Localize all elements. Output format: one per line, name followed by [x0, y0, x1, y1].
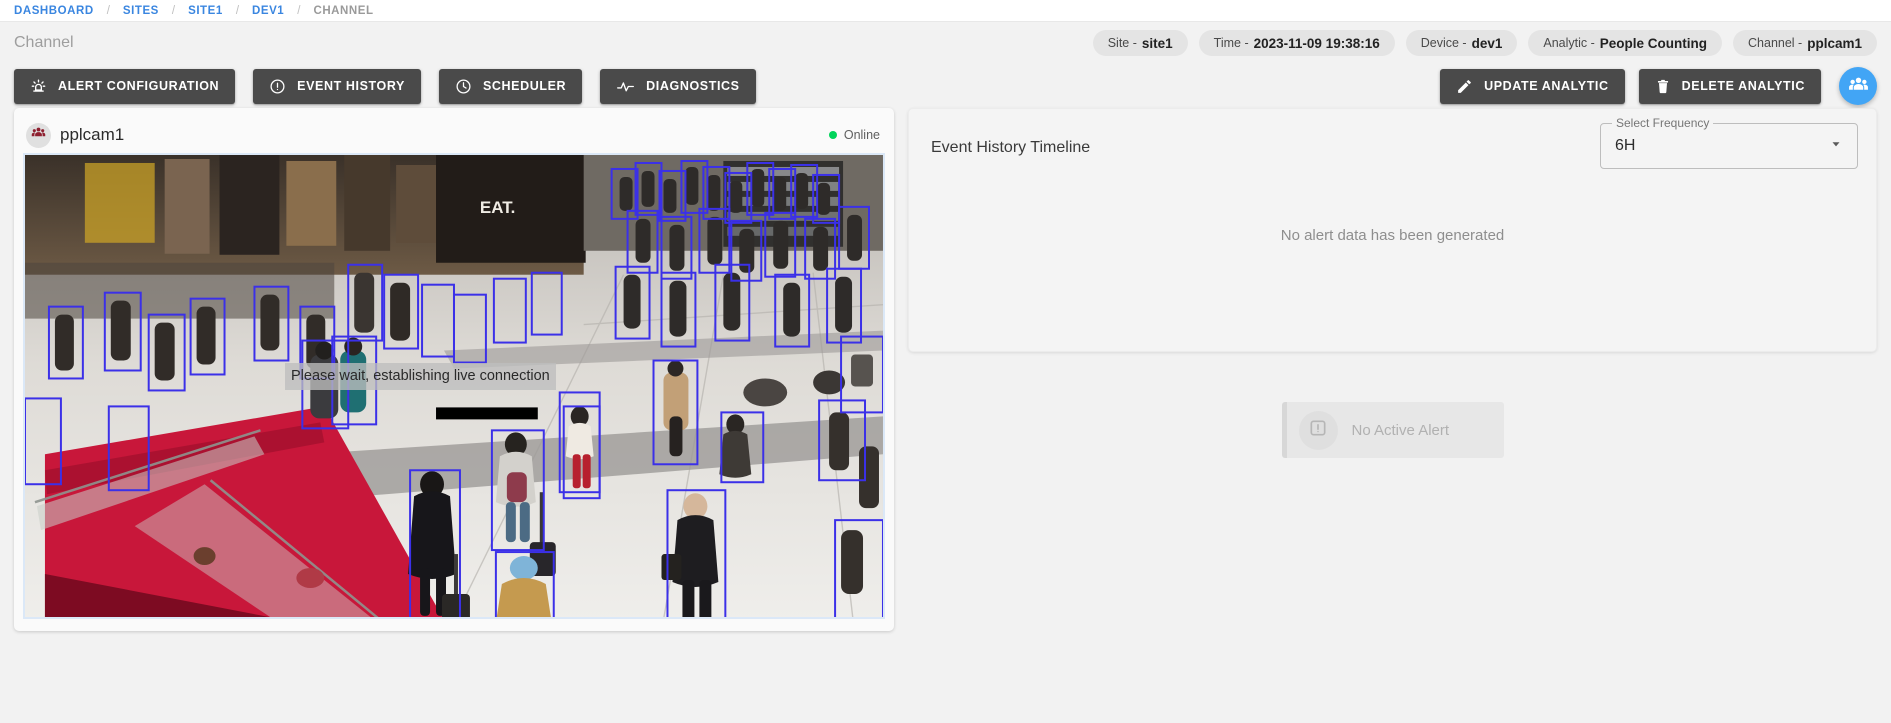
diagnostics-button[interactable]: DIAGNOSTICS: [600, 69, 755, 104]
right-column: Event History Timeline Select Frequency …: [908, 108, 1877, 458]
action-toolbar: ALERT CONFIGURATION EVENT HISTORY SCHEDU…: [0, 64, 1891, 108]
chip-analytic-value: People Counting: [1600, 36, 1707, 51]
timeline-empty-message: No alert data has been generated: [909, 227, 1876, 244]
camera-card: pplcam1 Online: [14, 108, 894, 631]
chip-time-value: 2023-11-09 19:38:16: [1254, 36, 1380, 51]
select-frequency-value: 6H: [1615, 137, 1635, 155]
chip-channel-value: pplcam1: [1807, 36, 1862, 51]
timeline-title: Event History Timeline: [931, 139, 1090, 157]
chip-site: Site - site1: [1093, 30, 1188, 56]
alert-icon-wrapper: [1299, 411, 1338, 450]
delete-analytic-label: DELETE ANALYTIC: [1682, 79, 1805, 93]
breadcrumb-item-sites[interactable]: SITES: [123, 5, 159, 17]
pulse-icon: [616, 78, 635, 95]
update-analytic-button[interactable]: UPDATE ANALYTIC: [1440, 69, 1625, 104]
status-dot-icon: [829, 131, 837, 139]
people-group-icon: [31, 125, 46, 145]
diagnostics-label: DIAGNOSTICS: [646, 79, 739, 93]
context-chips: Site - site1 Time - 2023-11-09 19:38:16 De…: [1093, 30, 1877, 56]
svg-text:EAT.: EAT.: [480, 198, 515, 217]
event-history-timeline-card: Event History Timeline Select Frequency …: [908, 108, 1877, 352]
alert-configuration-button[interactable]: ALERT CONFIGURATION: [14, 69, 235, 104]
breadcrumb-separator: /: [107, 5, 110, 17]
page-title: Channel: [14, 34, 74, 52]
alert-circle-icon: [269, 78, 286, 95]
chip-time: Time - 2023-11-09 19:38:16: [1199, 30, 1395, 56]
status-badge: Online: [829, 128, 880, 142]
breadcrumb-item-channel: CHANNEL: [313, 5, 373, 17]
alert-configuration-label: ALERT CONFIGURATION: [58, 79, 219, 93]
toolbar-left-group: ALERT CONFIGURATION EVENT HISTORY SCHEDU…: [14, 69, 756, 104]
avatar: [26, 123, 51, 148]
breadcrumb-item-dev1[interactable]: DEV1: [252, 5, 284, 17]
clock-icon: [455, 78, 472, 95]
chip-device: Device - dev1: [1406, 30, 1518, 56]
event-history-button[interactable]: EVENT HISTORY: [253, 69, 421, 104]
video-status-overlay: Please wait, establishing live connectio…: [285, 363, 556, 390]
scheduler-label: SCHEDULER: [483, 79, 566, 93]
people-group-icon: [1848, 74, 1869, 98]
camera-name: pplcam1: [60, 125, 124, 145]
chip-device-value: dev1: [1472, 36, 1503, 51]
chip-channel: Channel - pplcam1: [1733, 30, 1877, 56]
video-player[interactable]: EAT.: [23, 153, 885, 619]
chip-analytic: Analytic - People Counting: [1528, 30, 1722, 56]
select-frequency-label: Select Frequency: [1612, 116, 1713, 130]
select-frequency-dropdown[interactable]: Select Frequency 6H: [1600, 123, 1858, 169]
chip-device-key: Device -: [1421, 36, 1467, 50]
page-header: Channel Site - site1 Time - 2023-11-09 19:…: [0, 22, 1891, 64]
pencil-icon: [1456, 78, 1473, 95]
chip-analytic-key: Analytic -: [1543, 36, 1594, 50]
status-label: Online: [844, 128, 880, 142]
people-count-fab[interactable]: [1839, 67, 1877, 105]
chip-site-value: site1: [1142, 36, 1173, 51]
exclamation-square-icon: [1308, 418, 1328, 443]
chevron-down-icon: [1829, 137, 1843, 156]
breadcrumb-item-dashboard[interactable]: DASHBOARD: [14, 5, 94, 17]
active-alert-label: No Active Alert: [1352, 422, 1450, 439]
chip-site-key: Site -: [1108, 36, 1137, 50]
chip-time-key: Time -: [1214, 36, 1249, 50]
breadcrumb-separator: /: [172, 5, 175, 17]
delete-analytic-button[interactable]: DELETE ANALYTIC: [1639, 69, 1821, 104]
main-content: pplcam1 Online: [0, 108, 1891, 631]
event-history-label: EVENT HISTORY: [297, 79, 405, 93]
breadcrumb: DASHBOARD / SITES / SITE1 / DEV1 / CHANN…: [0, 0, 1891, 22]
breadcrumb-separator: /: [297, 5, 300, 17]
trash-icon: [1655, 78, 1671, 95]
camera-card-header: pplcam1 Online: [23, 117, 885, 153]
breadcrumb-item-site1[interactable]: SITE1: [188, 5, 223, 17]
timeline-header: Event History Timeline Select Frequency …: [927, 123, 1858, 169]
active-alert-banner: No Active Alert: [1282, 402, 1504, 458]
update-analytic-label: UPDATE ANALYTIC: [1484, 79, 1609, 93]
chip-channel-key: Channel -: [1748, 36, 1802, 50]
breadcrumb-separator: /: [236, 5, 239, 17]
alarm-light-icon: [30, 78, 47, 95]
scheduler-button[interactable]: SCHEDULER: [439, 69, 582, 104]
toolbar-right-group: UPDATE ANALYTIC DELETE ANALYTIC: [1440, 67, 1877, 105]
